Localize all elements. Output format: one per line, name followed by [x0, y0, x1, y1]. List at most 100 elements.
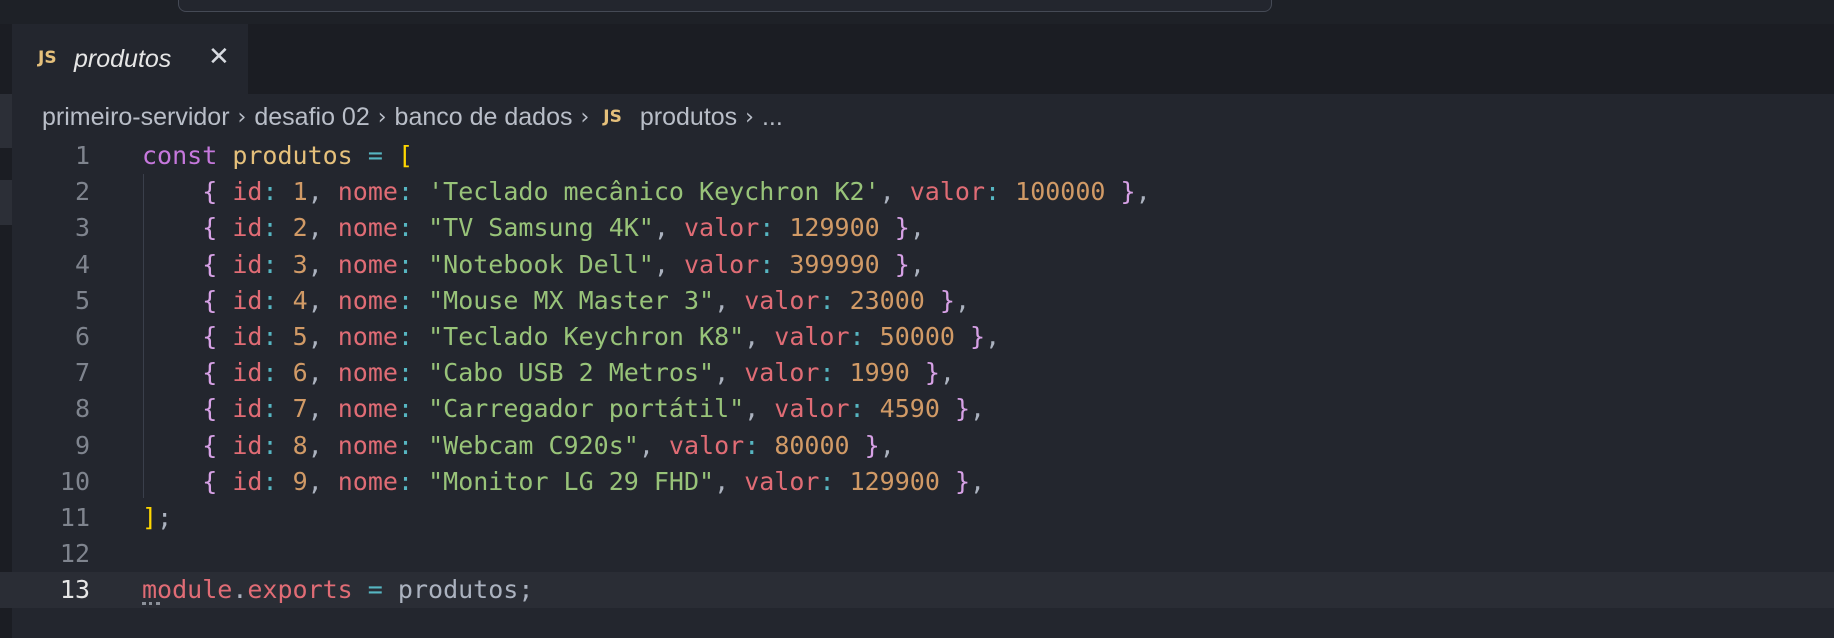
code-token: , [954, 285, 971, 315]
code-token: id [232, 213, 263, 243]
code-token: } [924, 358, 940, 388]
code-token: } [954, 466, 971, 496]
code-token: , [714, 285, 745, 315]
lint-hint-marker [142, 598, 160, 605]
breadcrumb-item[interactable]: ... [762, 103, 783, 132]
code-line[interactable]: 10 { id: 9, nome: "Monitor LG 29 FHD", v… [0, 464, 1834, 500]
breadcrumb-item[interactable]: primeiro-servidor [42, 103, 230, 132]
code-token: : [819, 466, 835, 496]
code-token: valor [668, 430, 745, 460]
code-token: : [397, 177, 414, 207]
tab-produtos[interactable]: JS produtos ✕ [12, 24, 248, 94]
code-token: } [894, 249, 910, 279]
line-number: 7 [74, 358, 90, 388]
code-token: nome [337, 249, 398, 279]
code-line[interactable]: 7 { id: 6, nome: "Cabo USB 2 Metros", va… [0, 355, 1834, 391]
code-token: , [307, 322, 338, 351]
line-number: 8 [74, 394, 90, 424]
tab-title: produtos [74, 45, 172, 73]
code-token: , [307, 430, 338, 460]
code-token: : [262, 358, 278, 388]
breadcrumb-item[interactable]: desafio 02 [254, 103, 369, 132]
code-token: 3 [292, 249, 308, 279]
code-line[interactable]: 13 module.exports = produtos; [0, 572, 1834, 609]
code-token: , [307, 285, 338, 315]
breadcrumb-item[interactable]: produtos [640, 103, 737, 132]
code-token: : [819, 358, 835, 388]
tab-bar [12, 24, 1834, 94]
line-number: 11 [59, 503, 90, 532]
code-text: { id: 1, nome: 'Teclado mecânico Keychro… [142, 174, 1151, 210]
code-token: 6 [292, 358, 308, 388]
code-token: : [262, 394, 278, 424]
code-token: nome [337, 430, 398, 460]
code-token: 9 [292, 466, 308, 496]
code-token: 1990 [849, 358, 910, 388]
code-token: , [653, 213, 684, 243]
code-token: "Monitor LG 29 FHD" [428, 466, 715, 496]
code-line[interactable]: 11]; [0, 500, 1834, 536]
breadcrumb-item[interactable]: banco de dados [395, 103, 573, 132]
close-icon[interactable]: ✕ [208, 43, 230, 71]
code-token: : [262, 213, 278, 243]
code-token: } [864, 430, 880, 460]
code-token: "TV Samsung 4K" [428, 213, 654, 243]
code-token: "Webcam C920s" [428, 430, 639, 460]
code-line[interactable]: 4 { id: 3, nome: "Notebook Dell", valor:… [0, 247, 1834, 283]
line-number: 12 [59, 539, 90, 569]
code-token: produtos; [382, 575, 534, 605]
code-token: } [1120, 177, 1136, 207]
code-token: id [232, 394, 263, 424]
code-token: produtos [232, 141, 353, 170]
code-token: id [232, 177, 263, 207]
code-token: : [262, 322, 278, 351]
code-token: { [202, 285, 218, 315]
line-number: 5 [74, 285, 90, 315]
code-token: valor [744, 285, 820, 315]
code-token: : [262, 249, 278, 279]
code-token: } [970, 322, 986, 351]
command-center-search[interactable] [178, 0, 1272, 12]
code-token: , [1135, 177, 1151, 207]
code-token: , [638, 430, 669, 460]
code-line[interactable]: 5 { id: 4, nome: "Mouse MX Master 3", va… [0, 283, 1834, 319]
code-token: : [397, 213, 414, 243]
code-token: 4 [292, 285, 308, 315]
code-line[interactable]: 9 { id: 8, nome: "Webcam C920s", valor: … [0, 428, 1834, 464]
line-number: 13 [59, 575, 90, 605]
code-token: { [202, 249, 218, 279]
code-token: : [397, 430, 414, 460]
code-token: , [307, 177, 338, 207]
code-token: id [232, 249, 263, 279]
code-token: , [909, 213, 925, 243]
code-text: ]; [142, 500, 172, 536]
code-line[interactable]: 1 const produtos = [ [0, 138, 1834, 174]
code-token: id [232, 430, 263, 460]
code-line[interactable]: 6 { id: 5, nome: "Teclado Keychron K8", … [0, 319, 1834, 355]
code-token: : [397, 358, 414, 388]
code-token: 2 [292, 213, 308, 243]
code-line[interactable]: 8 { id: 7, nome: "Carregador portátil", … [0, 391, 1834, 427]
code-token: { [202, 177, 218, 207]
code-line[interactable]: 12 [0, 536, 1834, 572]
code-line[interactable]: 3 { id: 2, nome: "TV Samsung 4K", valor:… [0, 210, 1834, 246]
code-text: { id: 7, nome: "Carregador portátil", va… [142, 391, 985, 427]
code-line[interactable]: 2 { id: 1, nome: 'Teclado mecânico Keych… [0, 174, 1834, 210]
